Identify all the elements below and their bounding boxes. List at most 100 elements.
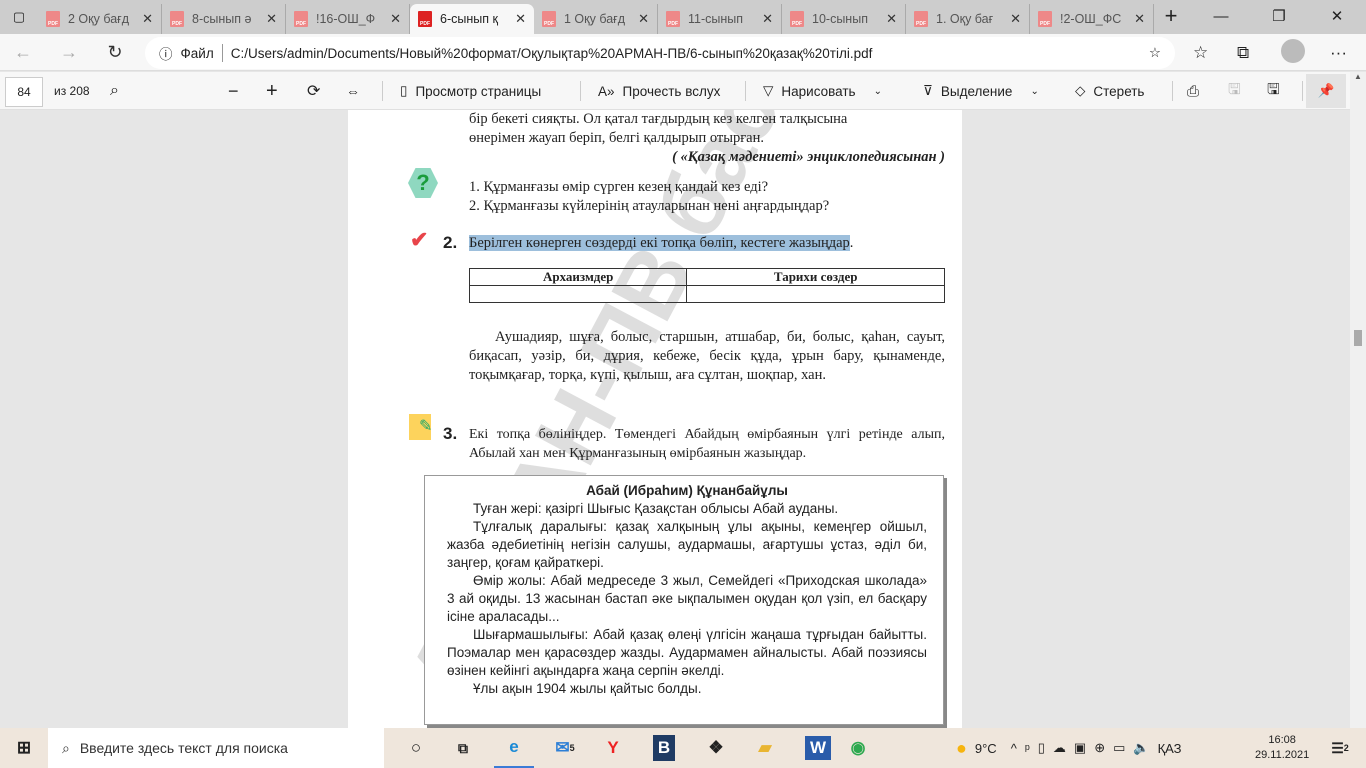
profile-avatar[interactable] [1281,39,1305,63]
close-tab-icon[interactable]: ✕ [762,11,773,27]
page-number-input[interactable]: 84 [5,77,43,107]
save-as-icon[interactable]: 🖫 [1267,72,1280,110]
minimize-button[interactable]: — [1192,0,1250,34]
vk-app-icon[interactable]: B [652,735,676,761]
draw-button[interactable]: ▽ Нарисовать ⌄ [763,72,882,110]
url-text: C:/Users/admin/Documents/Новый%20формат/… [230,45,873,61]
task-view-icon[interactable]: ⧉ [443,728,483,768]
info-icon[interactable]: ⓘ [159,43,173,63]
browser-tab[interactable]: PDF !2-ОШ_ФС ✕ [1030,4,1154,34]
text-line: бір бекеті сияқты. Ол қатал тағдырдың ке… [469,111,848,127]
close-tab-icon[interactable]: ✕ [266,11,277,27]
tab-actions-icon[interactable]: ▢ [0,0,38,34]
collections-icon[interactable]: ⧉ [1237,34,1249,71]
word-icon[interactable]: W [804,736,832,760]
close-tab-icon[interactable]: ✕ [142,11,153,27]
edge-icon[interactable]: e [494,728,534,768]
notifications-icon[interactable]: ☰ 2 [1320,728,1360,768]
weather-icon[interactable]: ● [956,738,967,759]
browser-tab[interactable]: PDF 1 Оқу бағд ✕ [534,4,658,34]
pdf-icon: PDF [542,11,556,27]
refresh-button[interactable]: ↻ [92,42,138,63]
close-tab-icon[interactable]: ✕ [515,11,526,27]
close-tab-icon[interactable]: ✕ [1134,11,1145,27]
mail-badge: 5 [569,743,575,753]
chevron-down-icon[interactable]: ⌄ [874,86,882,97]
source-citation: ( «Қазақ мәдениеті» энциклопедиясынан ) [672,149,945,165]
pdf-icon: PDF [170,11,184,27]
chrome-icon[interactable]: ◉ [838,728,878,768]
dropbox-icon[interactable]: ❖ [696,728,736,768]
tray-icon[interactable]: ᵖ [1025,741,1030,756]
highlighted-text[interactable]: Берілген көнерген сөздерді екі топқа бөл… [469,235,850,251]
pdf-icon: PDF [666,11,680,27]
notif-count: 2 [1343,743,1349,753]
taskbar-search-input[interactable]: ⌕ Введите здесь текст для поиска [48,728,384,768]
taskbar: ⊞ ⌕ Введите здесь текст для поиска ○ ⧉ e … [0,728,1366,768]
pin-toolbar-icon[interactable]: 📌 [1306,74,1346,108]
zoom-in-button[interactable]: + [266,72,278,110]
onedrive-icon[interactable]: ☁ [1053,740,1066,756]
close-tab-icon[interactable]: ✕ [638,11,649,27]
address-input[interactable]: ⓘ Файл C:/Users/admin/Documents/Новый%20… [145,37,1175,69]
tab-title: 1 Оқу бағд [564,12,626,26]
cortana-icon[interactable]: ○ [396,728,436,768]
page-count: из 208 [54,84,90,98]
zoom-out-button[interactable]: − [228,72,239,110]
browser-tab[interactable]: PDF 2 Оқу бағд ✕ [38,4,162,34]
table-cell [686,285,945,303]
browser-tab[interactable]: PDF 1. Оқу бағ ✕ [906,4,1030,34]
show-hidden-icons[interactable]: ^ [1011,741,1017,756]
vertical-scrollbar[interactable]: ▲ [1350,72,1366,728]
clock[interactable]: 16:08 29.11.2021 [1255,728,1309,768]
biography-box: Абай (Ибраһим) Құнанбайұлы Туған жері: қ… [424,475,944,725]
close-tab-icon[interactable]: ✕ [390,11,401,27]
browser-tab[interactable]: PDF 6-сынып қ ✕ [410,4,534,34]
close-tab-icon[interactable]: ✕ [886,11,897,27]
browser-tab[interactable]: PDF 8-сынып ә ✕ [162,4,286,34]
volume-icon[interactable]: 🔈 [1133,740,1149,756]
mail-icon[interactable]: ✉ 5 [545,728,585,768]
more-menu-icon[interactable]: ··· [1330,34,1347,71]
tab-title: 10-сынып [812,12,868,26]
network-icon[interactable]: ⊕ [1094,740,1105,756]
placeholder: Введите здесь текст для поиска [79,740,288,756]
erase-button[interactable]: ◇ Стереть [1075,72,1144,110]
date: 29.11.2021 [1255,749,1310,761]
tray-icon[interactable]: ▯ [1038,740,1045,756]
chevron-down-icon[interactable]: ⌄ [1030,86,1038,97]
tab-title: 8-сынып ә [192,12,252,26]
windows-start-icon[interactable]: ⊞ [4,728,44,768]
fit-width-icon[interactable]: ⇔ [346,72,360,110]
new-tab-button[interactable]: + [1154,0,1188,34]
yandex-icon[interactable]: Y [593,728,633,768]
back-button[interactable]: ← [0,42,46,63]
tab-title: 6-сынып қ [440,12,498,26]
label: Просмотр страницы [415,83,542,99]
browser-tab[interactable]: PDF 11-сынып ✕ [658,4,782,34]
scrollbar-thumb[interactable] [1354,330,1362,346]
file-explorer-icon[interactable]: ▰ [745,728,785,768]
label: Прочесть вслух [622,83,721,99]
read-aloud-button[interactable]: A» Прочесть вслух [598,72,720,110]
battery-icon[interactable]: ▭ [1113,740,1125,756]
browser-tab[interactable]: PDF 10-сынып ✕ [782,4,906,34]
rotate-icon[interactable]: ⟳ [307,72,320,110]
add-favorite-icon[interactable]: ☆ [1149,45,1161,61]
save-icon[interactable]: 🖫 [1228,72,1241,110]
forward-button[interactable]: → [46,42,92,63]
search-icon[interactable]: ⌕ [110,72,119,110]
restore-button[interactable]: ❐ [1250,0,1308,34]
label: Стереть [1093,83,1145,99]
print-icon[interactable]: ⎙ [1187,72,1199,110]
page-view-button[interactable]: ▯ Просмотр страницы [400,72,541,110]
close-window-button[interactable]: ✕ [1308,0,1366,34]
browser-tab[interactable]: PDF !16-ОШ_Ф ✕ [286,4,410,34]
highlighter-icon: ⊽ [923,83,933,98]
tray-icon[interactable]: ▣ [1074,740,1086,756]
language-indicator[interactable]: ҚАЗ [1158,741,1182,756]
favorites-icon[interactable]: ☆ [1193,34,1208,71]
box-paragraph: Шығармашылығы: Абай қазақ өлеңі үлгісін … [447,627,927,678]
close-tab-icon[interactable]: ✕ [1010,11,1021,27]
highlight-button[interactable]: ⊽ Выделение ⌄ [923,72,1039,110]
